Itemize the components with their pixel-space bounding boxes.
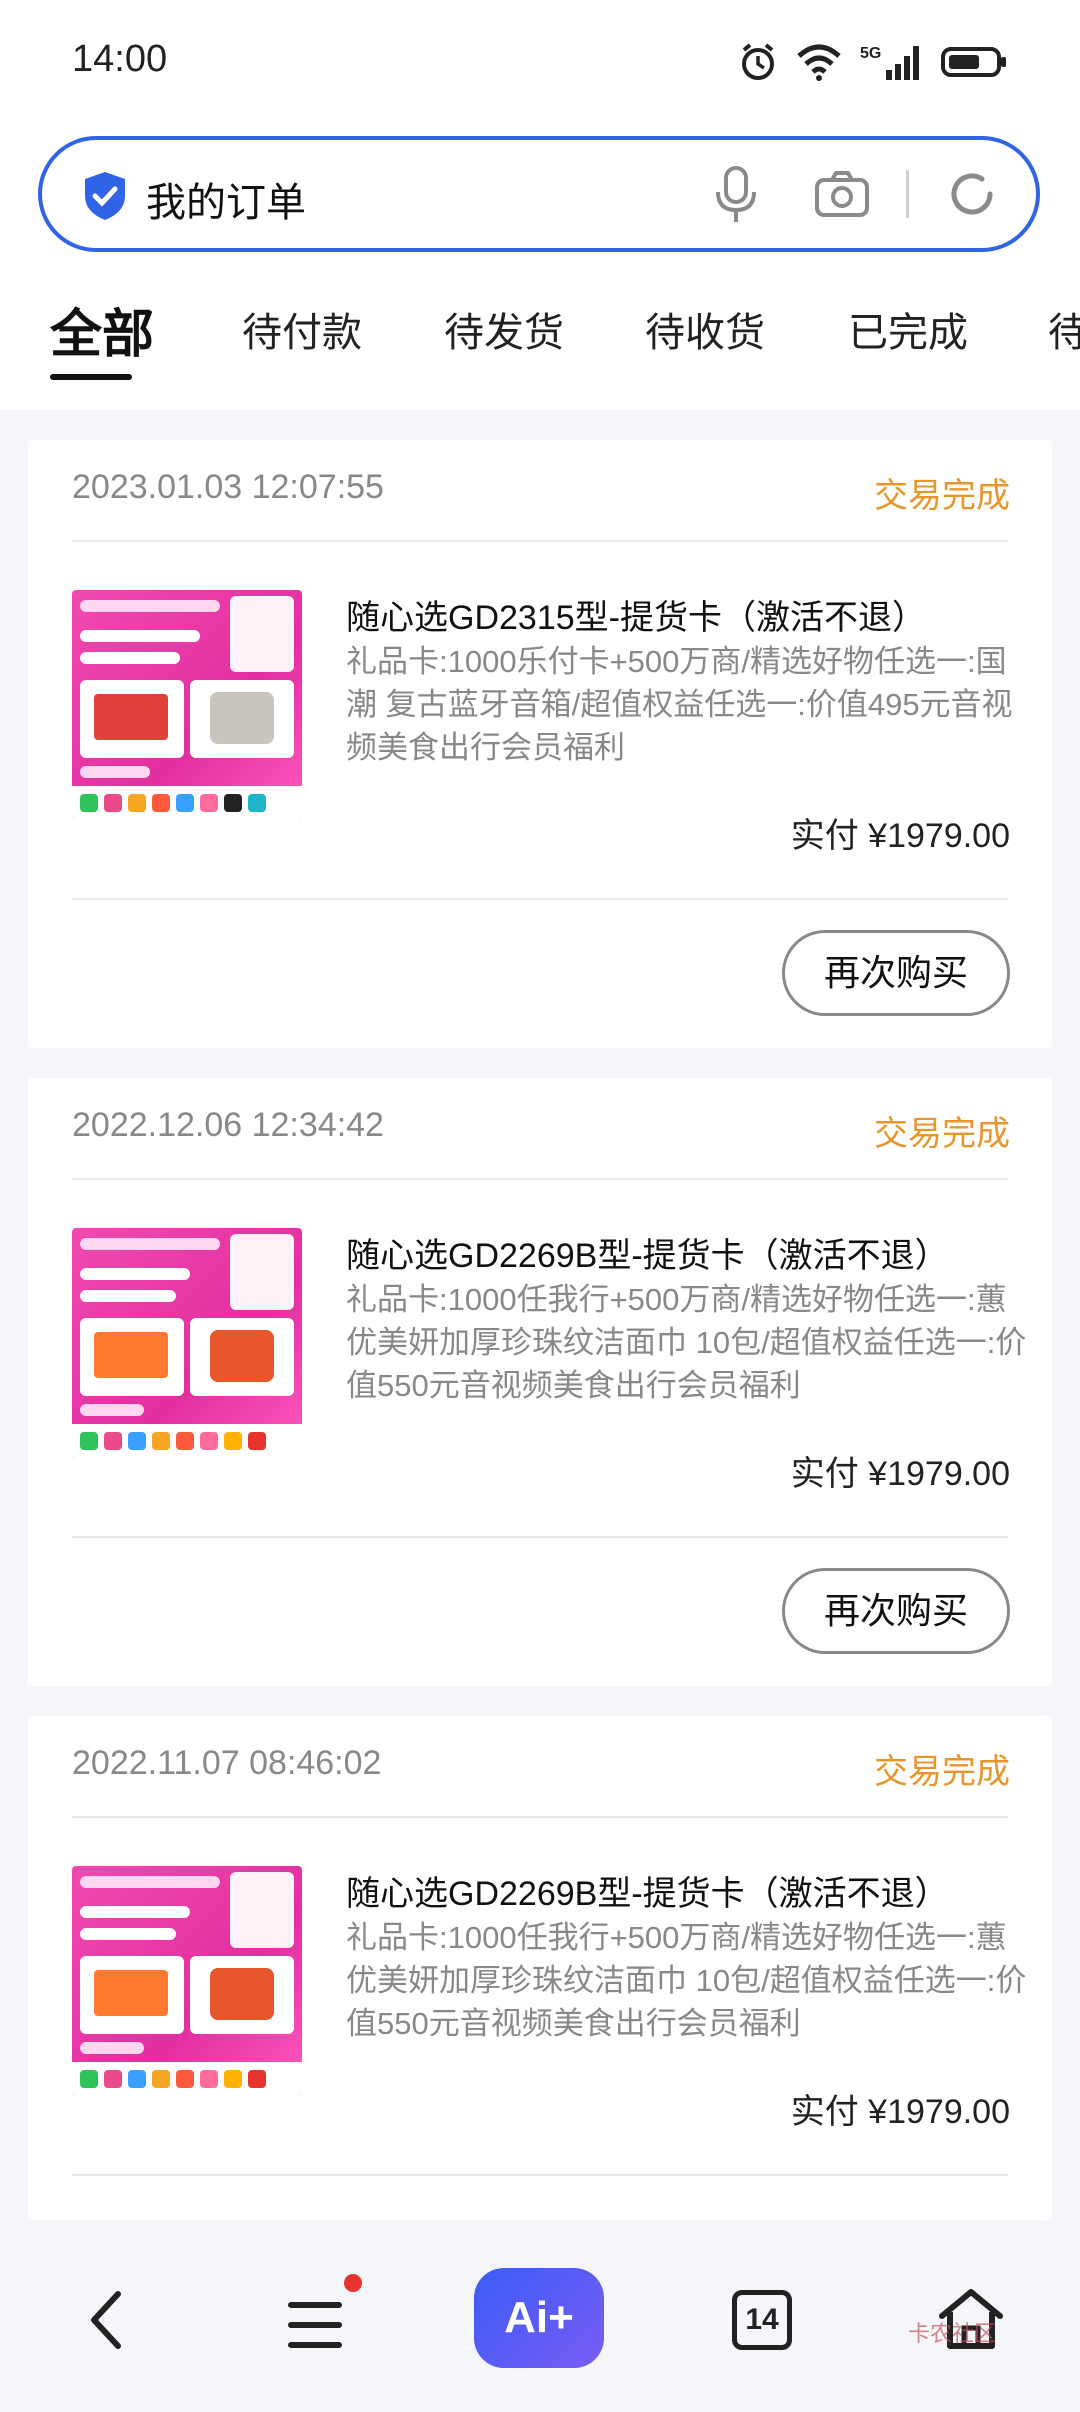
tab-all[interactable]: 全部 — [50, 292, 154, 367]
product-description: 礼品卡:1000任我行+500万商/精选好物任选一:蕙优美妍加厚珍珠纹洁面巾 1… — [346, 1920, 1027, 2041]
shield-icon — [85, 172, 125, 220]
status-time: 14:00 — [72, 38, 168, 80]
search-box[interactable]: 我的订单 — [38, 136, 1040, 252]
order-status: 交易完成 — [874, 1753, 1010, 1791]
order-date: 2022.11.07 08:46:02 — [72, 1744, 382, 1782]
product-title[interactable]: 随心选GD2269B型-提货卡（激活不退） — [346, 1228, 949, 1277]
order-card[interactable]: 2022.11.07 08:46:02 交易完成 随心选GD2269B型-提货卡… — [28, 1716, 1052, 2220]
tab-completed[interactable]: 已完成 — [848, 300, 968, 358]
order-date: 2023.01.03 12:07:55 — [72, 468, 384, 506]
divider — [72, 1536, 1008, 1538]
search-input[interactable]: 我的订单 — [146, 170, 306, 228]
divider — [72, 1178, 1008, 1180]
search-bar-area: 我的订单 — [0, 120, 1080, 260]
alarm-icon — [742, 43, 774, 80]
active-tab-indicator — [50, 374, 132, 380]
status-bar: 14:00 5G — [0, 0, 1080, 120]
watermark: 卡农社区 — [908, 2321, 997, 2346]
microphone-icon[interactable] — [714, 166, 758, 224]
ai-assistant-button[interactable]: Ai+ — [474, 2268, 604, 2368]
back-icon[interactable] — [86, 2290, 126, 2350]
camera-icon[interactable] — [814, 170, 870, 218]
paid-amount: 实付 ¥1979.00 — [790, 2093, 1010, 2131]
buy-again-button[interactable]: 再次购买 — [782, 930, 1010, 1016]
buy-again-button[interactable]: 再次购买 — [782, 1568, 1010, 1654]
status-icons: 5G — [738, 40, 1008, 84]
divider — [72, 1816, 1008, 1818]
tabs-count-button[interactable]: 14 — [732, 2290, 792, 2350]
svg-text:5G: 5G — [860, 45, 881, 62]
product-title[interactable]: 随心选GD2269B型-提货卡（激活不退） — [346, 1866, 949, 1915]
signal-5g-icon: 5G — [860, 45, 919, 80]
refresh-icon[interactable] — [946, 168, 998, 220]
paid-amount: 实付 ¥1979.00 — [790, 817, 1010, 855]
search-divider — [906, 170, 909, 218]
product-image[interactable] — [72, 590, 302, 820]
bottom-navigation: Ai+ 14 卡农社区 — [0, 2220, 1080, 2412]
product-title[interactable]: 随心选GD2315型-提货卡（激活不退） — [346, 590, 926, 639]
order-tabs: 全部 待付款 待发货 待收货 已完成 待 — [0, 260, 1080, 410]
order-status: 交易完成 — [874, 1115, 1010, 1153]
product-description: 礼品卡:1000乐付卡+500万商/精选好物任选一:国潮 复古蓝牙音箱/超值权益… — [346, 644, 1013, 765]
tab-pending-payment[interactable]: 待付款 — [242, 300, 362, 358]
menu-icon[interactable] — [288, 2300, 342, 2350]
tab-pending-receipt[interactable]: 待收货 — [645, 300, 765, 358]
divider — [72, 540, 1008, 542]
tab-more[interactable]: 待 — [1048, 300, 1080, 358]
paid-amount: 实付 ¥1979.00 — [790, 1455, 1010, 1493]
wifi-icon — [797, 44, 841, 81]
product-description: 礼品卡:1000任我行+500万商/精选好物任选一:蕙优美妍加厚珍珠纹洁面巾 1… — [346, 1282, 1027, 1403]
divider — [72, 898, 1008, 900]
order-status: 交易完成 — [874, 477, 1010, 515]
divider — [72, 2174, 1008, 2176]
order-card[interactable]: 2022.12.06 12:34:42 交易完成 随心选GD2269B型-提货卡… — [28, 1078, 1052, 1686]
order-card[interactable]: 2023.01.03 12:07:55 交易完成 随心选GD2315型-提货卡（… — [28, 440, 1052, 1048]
notification-dot — [344, 2274, 362, 2292]
battery-icon — [941, 47, 1006, 77]
product-image[interactable] — [72, 1228, 302, 1458]
tab-pending-shipment[interactable]: 待发货 — [444, 300, 564, 358]
order-date: 2022.12.06 12:34:42 — [72, 1106, 384, 1144]
product-image[interactable] — [72, 1866, 302, 2096]
